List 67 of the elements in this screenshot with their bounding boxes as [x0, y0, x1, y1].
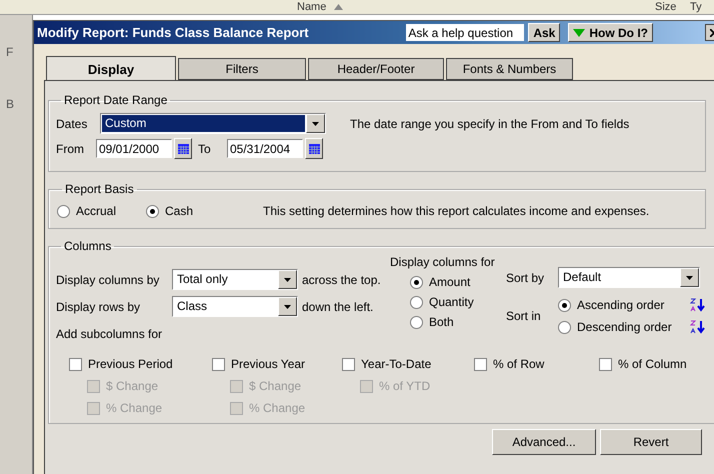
- menu-letter: B: [6, 97, 14, 111]
- field-label: From: [56, 142, 85, 156]
- field-label: To: [198, 142, 212, 156]
- checkbox-icon: [69, 358, 82, 370]
- field-label: Sort by: [506, 270, 546, 284]
- sort-ascending-icon: [690, 298, 705, 312]
- hint-text: The date range you specify in the From and To fields: [350, 116, 630, 130]
- sort-arrow-icon: [334, 4, 344, 10]
- radio-option[interactable]: Ascending order: [558, 298, 682, 312]
- radio-option[interactable]: Amount: [410, 275, 502, 289]
- from-date-field[interactable]: 09/01/2000: [96, 139, 172, 158]
- field-label: across the top.: [302, 272, 381, 286]
- checkbox-icon: [87, 380, 100, 392]
- checkbox-icon: [230, 402, 243, 414]
- window-title: Modify Report: Funds Class Balance Report: [37, 25, 310, 40]
- help-question-field[interactable]: Ask a help question: [406, 24, 524, 41]
- radio-option[interactable]: Cash: [146, 204, 194, 218]
- checkbox-icon: [87, 402, 100, 414]
- calendar-icon: [308, 144, 320, 154]
- checkbox-option[interactable]: % of Row: [474, 357, 595, 371]
- calendar-button[interactable]: [174, 138, 192, 159]
- triangle-down-icon: [573, 28, 586, 36]
- field-label: Display columns for: [390, 255, 496, 269]
- radio-option[interactable]: Quantity: [410, 295, 502, 309]
- column-header[interactable]: Ty: [690, 1, 702, 13]
- tab[interactable]: Filters: [178, 58, 306, 80]
- dates-dropdown[interactable]: Custom: [100, 113, 326, 134]
- hint-text: This setting determines how this report calculates income and expenses.: [263, 204, 650, 218]
- checkbox-option[interactable]: % of Column: [599, 357, 709, 371]
- sort-descending-icon: [690, 320, 705, 334]
- checkbox-icon: [230, 380, 243, 392]
- radio-option[interactable]: Accrual: [57, 204, 116, 218]
- group-title: Report Date Range: [63, 93, 168, 107]
- group-title: Columns: [63, 239, 112, 253]
- column-header[interactable]: Name: [297, 1, 344, 13]
- rows-dropdown[interactable]: Class: [172, 296, 298, 317]
- field-label: Add subcolumns for: [56, 327, 164, 341]
- tab[interactable]: Display: [46, 56, 176, 81]
- columns-dropdown[interactable]: Total only: [172, 269, 298, 290]
- field-label: Sort in: [506, 309, 542, 323]
- group-title: Report Basis: [64, 182, 135, 196]
- checkbox-icon: [599, 358, 612, 370]
- how-do-i-button[interactable]: How Do I?: [568, 23, 653, 42]
- checkbox-option[interactable]: Year-To-Date: [342, 357, 470, 371]
- field-label: Dates: [56, 116, 88, 130]
- checkbox-option[interactable]: Previous Year: [212, 357, 338, 371]
- tab[interactable]: Header/Footer: [308, 58, 444, 80]
- radio-option[interactable]: Both: [410, 315, 502, 329]
- sort-by-dropdown[interactable]: Default: [558, 267, 700, 288]
- checkbox-icon: [212, 358, 225, 370]
- calendar-button[interactable]: [305, 138, 323, 159]
- revert-button[interactable]: Revert: [600, 429, 702, 455]
- column-header[interactable]: Size: [655, 1, 676, 13]
- field-label: Display rows by: [56, 300, 142, 314]
- checkbox-icon: [342, 358, 355, 370]
- tab[interactable]: Fonts & Numbers: [446, 58, 573, 80]
- to-date-field[interactable]: 05/31/2004: [227, 139, 303, 158]
- calendar-icon: [178, 144, 188, 154]
- ask-button[interactable]: Ask: [528, 23, 560, 42]
- checkbox-icon: [474, 358, 487, 370]
- checkbox-option[interactable]: Previous Period: [69, 357, 208, 371]
- field-label: down the left.: [302, 300, 374, 314]
- field-label: Display columns by: [56, 272, 160, 286]
- menu-letter: F: [6, 45, 14, 59]
- checkbox-icon: [360, 380, 373, 392]
- advanced-button[interactable]: Advanced...: [492, 429, 596, 455]
- radio-option[interactable]: Descending order: [558, 320, 682, 334]
